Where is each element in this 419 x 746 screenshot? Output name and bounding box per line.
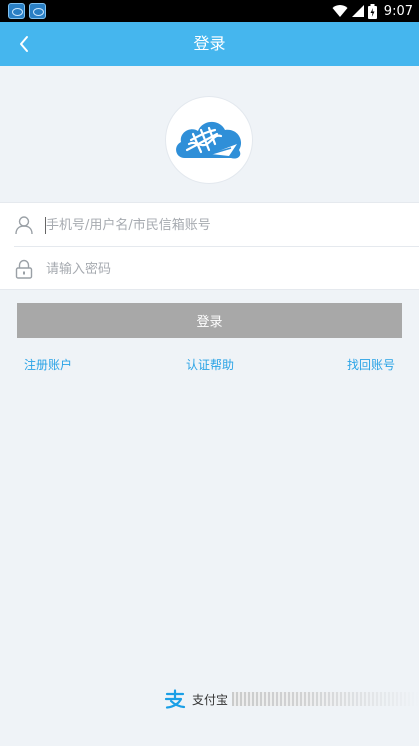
battery-icon xyxy=(367,3,377,19)
wifi-icon xyxy=(332,5,348,18)
recover-account-link[interactable]: 找回账号 xyxy=(347,356,395,373)
status-time: 9:07 xyxy=(383,3,413,19)
login-form xyxy=(0,202,419,290)
alipay-login[interactable]: 支付宝 xyxy=(164,688,228,710)
app-notification-icon xyxy=(8,3,25,19)
signal-icon xyxy=(351,5,364,17)
app-logo xyxy=(166,97,252,183)
username-row xyxy=(0,203,419,247)
cloud-logo-icon xyxy=(176,121,242,159)
app-notification-icon xyxy=(29,3,46,19)
alipay-icon xyxy=(164,689,186,709)
page-title: 登录 xyxy=(193,34,226,53)
password-input[interactable] xyxy=(46,255,396,283)
username-input[interactable] xyxy=(46,211,396,239)
lock-icon xyxy=(15,259,33,279)
loading-shimmer xyxy=(232,692,419,706)
status-bar: 9:07 xyxy=(0,0,419,22)
user-icon xyxy=(15,216,33,235)
auth-help-link[interactable]: 认证帮助 xyxy=(186,356,234,373)
status-icons: 9:07 xyxy=(332,2,413,20)
register-account-link[interactable]: 注册账户 xyxy=(24,356,72,373)
app-bar: 登录 xyxy=(0,22,419,66)
alipay-label: 支付宝 xyxy=(192,692,229,707)
password-row xyxy=(0,247,419,291)
login-button[interactable]: 登录 xyxy=(17,303,402,338)
